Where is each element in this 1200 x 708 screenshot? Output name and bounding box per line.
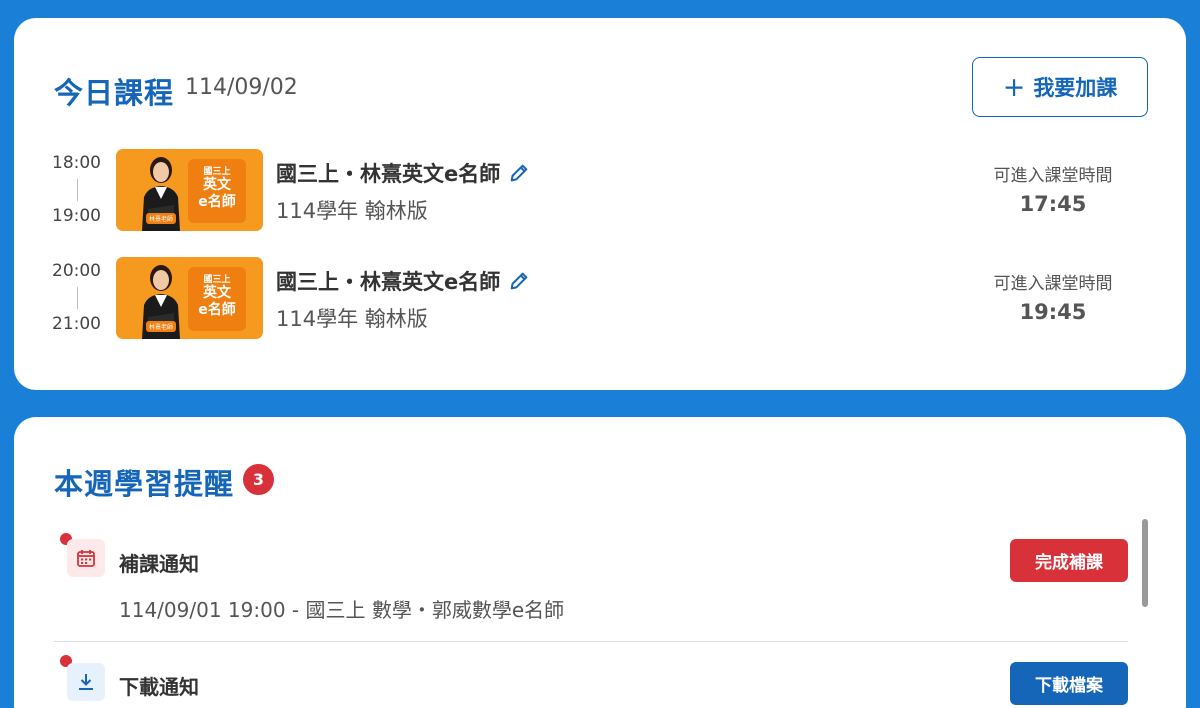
course-row[interactable]: 18:00 19:00 國三上 英文 e名師 林熹老師 國三上・林熹英文e名師: [14, 149, 1186, 233]
course-time-range: 20:00 21:00: [52, 257, 104, 339]
add-course-label: 我要加課: [1033, 76, 1118, 100]
course-start-time: 18:00: [52, 153, 101, 173]
thumb-teacher-name: 林熹老師: [146, 321, 177, 332]
weekly-reminders-card: 本週學習提醒 3 補課通知 114/09/01 19:00 - 國三上 數學・郭…: [14, 417, 1186, 708]
course-end-time: 21:00: [52, 314, 101, 334]
course-row[interactable]: 20:00 21:00 國三上 英文 e名師 林熹老師 國三上・林熹英文e名師: [14, 257, 1186, 341]
course-name-text: 國三上・林熹英文e名師: [276, 270, 501, 294]
reminders-title: 本週學習提醒: [54, 467, 235, 501]
thumb-subject: 英文: [203, 285, 231, 301]
course-name: 國三上・林熹英文e名師: [276, 266, 530, 296]
thumb-teacher-name: 林熹老師: [146, 213, 177, 224]
enter-time-label: 可進入課堂時間: [993, 274, 1113, 294]
reminder-title: 補課通知: [119, 552, 199, 576]
reminder-description: 114/09/01 19:00 - 國三上 數學・郭威數學e名師: [119, 598, 565, 622]
scrollbar[interactable]: [1142, 517, 1148, 708]
thumb-grade: 國三上: [203, 275, 231, 285]
complete-makeup-button[interactable]: 完成補課: [1010, 539, 1128, 582]
course-name: 國三上・林熹英文e名師: [276, 158, 530, 188]
course-name-text: 國三上・林熹英文e名師: [276, 162, 501, 186]
course-thumbnail[interactable]: 國三上 英文 e名師 林熹老師: [116, 149, 263, 231]
time-divider: [77, 287, 78, 309]
reminder-count-badge: 3: [243, 464, 274, 495]
course-thumbnail[interactable]: 國三上 英文 e名師 林熹老師: [116, 257, 263, 339]
calendar-icon: [67, 539, 105, 577]
reminder-list: 補課通知 114/09/01 19:00 - 國三上 數學・郭威數學e名師 完成…: [54, 517, 1128, 708]
course-subtitle: 114學年 翰林版: [276, 199, 428, 223]
scrollbar-thumb[interactable]: [1142, 519, 1148, 607]
course-end-time: 19:00: [52, 206, 101, 226]
today-courses-card: 今日課程 114/09/02 + 我要加課 18:00 19:00 國三上 英文…: [14, 18, 1186, 390]
thumb-brand: e名師: [198, 194, 236, 210]
reminder-title: 下載通知: [119, 675, 199, 699]
thumb-subject: 英文: [203, 177, 231, 193]
pencil-icon[interactable]: [508, 270, 530, 292]
course-start-time: 20:00: [52, 261, 101, 281]
course-subtitle: 114學年 翰林版: [276, 307, 428, 331]
download-icon: [67, 663, 105, 701]
today-date: 114/09/02: [185, 75, 298, 100]
course-tag: 國三上 英文 e名師: [188, 267, 246, 331]
enter-time-value: 17:45: [1019, 192, 1087, 216]
pencil-icon[interactable]: [508, 162, 530, 184]
divider: [54, 641, 1128, 642]
course-tag: 國三上 英文 e名師: [188, 159, 246, 223]
course-time-range: 18:00 19:00: [52, 149, 104, 231]
download-file-button[interactable]: 下載檔案: [1010, 662, 1128, 705]
time-divider: [77, 179, 78, 201]
today-courses-title: 今日課程: [54, 76, 175, 110]
enter-time-value: 19:45: [1019, 300, 1087, 324]
thumb-brand: e名師: [198, 302, 236, 318]
thumb-grade: 國三上: [203, 167, 231, 177]
plus-icon: +: [1002, 71, 1026, 103]
enter-time-label: 可進入課堂時間: [993, 166, 1113, 186]
add-course-button[interactable]: + 我要加課: [972, 57, 1148, 117]
